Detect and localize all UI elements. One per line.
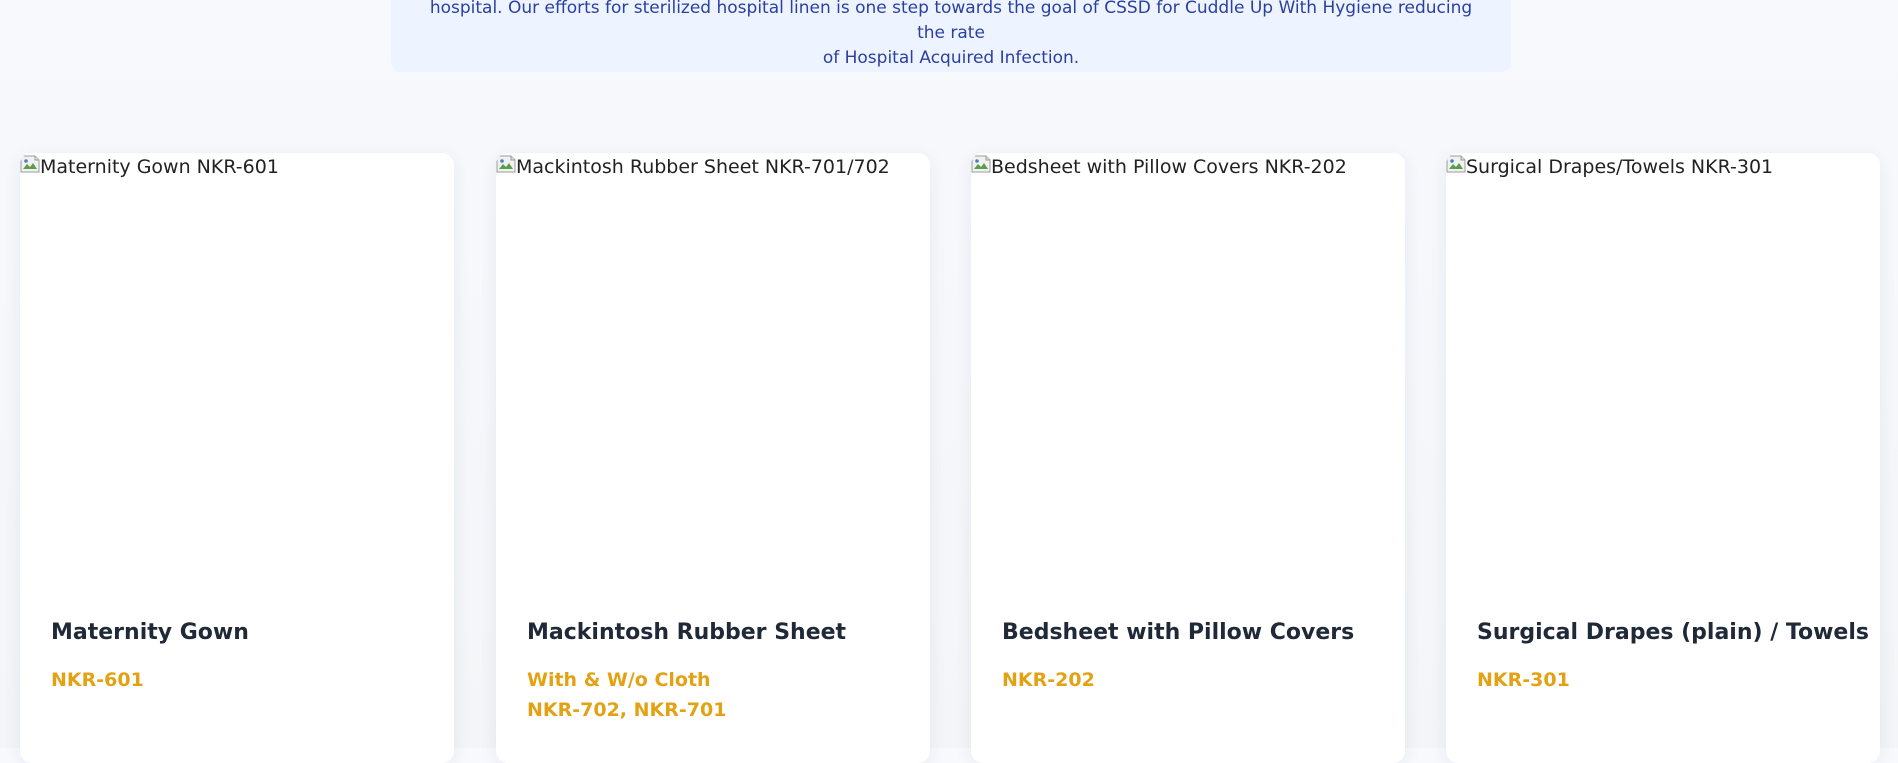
product-code: With & W/o Cloth NKR-702, NKR-701	[527, 665, 726, 725]
product-image[interactable]: Maternity Gown NKR-601	[20, 153, 454, 593]
product-title[interactable]: Mackintosh Rubber Sheet	[527, 620, 846, 645]
broken-image-icon	[971, 155, 991, 173]
image-alt-text: Surgical Drapes/Towels NKR-301	[1466, 156, 1774, 178]
broken-image-icon	[20, 155, 40, 173]
product-image[interactable]: Surgical Drapes/Towels NKR-301	[1446, 153, 1880, 593]
image-alt-text: Bedsheet with Pillow Covers NKR-202	[991, 156, 1347, 178]
product-code-line: NKR-702, NKR-701	[527, 699, 727, 721]
product-code-line: With & W/o Cloth	[527, 669, 711, 691]
image-alt-text: Maternity Gown NKR-601	[40, 156, 279, 178]
product-card-maternity-gown[interactable]: Maternity Gown NKR-601 Maternity Gown NK…	[20, 153, 454, 763]
product-card-mackintosh-rubber-sheet[interactable]: Mackintosh Rubber Sheet NKR-701/702 Mack…	[496, 153, 930, 763]
product-image[interactable]: Bedsheet with Pillow Covers NKR-202	[971, 153, 1405, 593]
product-title[interactable]: Bedsheet with Pillow Covers	[1002, 620, 1354, 645]
notice-text-line-1: hospital. Our efforts for sterilized hos…	[429, 0, 1473, 43]
product-code: NKR-601	[51, 665, 144, 695]
product-image[interactable]: Mackintosh Rubber Sheet NKR-701/702	[496, 153, 930, 593]
hygiene-notice-banner: hospital. Our efforts for sterilized hos…	[391, 0, 1511, 72]
product-code: NKR-202	[1002, 665, 1095, 695]
product-card-bedsheet-pillow-covers[interactable]: Bedsheet with Pillow Covers NKR-202 Beds…	[971, 153, 1405, 763]
product-code-line: NKR-202	[1002, 669, 1095, 691]
product-title[interactable]: Surgical Drapes (plain) / Towels	[1477, 620, 1869, 645]
product-code: NKR-301	[1477, 665, 1570, 695]
product-card-grid: Maternity Gown NKR-601 Maternity Gown NK…	[20, 153, 1880, 763]
product-code-line: NKR-601	[51, 669, 144, 691]
product-card-surgical-drapes-towels[interactable]: Surgical Drapes/Towels NKR-301 Surgical …	[1446, 153, 1880, 763]
broken-image-icon	[496, 155, 516, 173]
notice-text-line-2: of Hospital Acquired Infection.	[822, 48, 1080, 68]
image-alt-text: Mackintosh Rubber Sheet NKR-701/702	[516, 156, 890, 178]
product-title[interactable]: Maternity Gown	[51, 620, 249, 645]
product-code-line: NKR-301	[1477, 669, 1570, 691]
broken-image-icon	[1446, 155, 1466, 173]
